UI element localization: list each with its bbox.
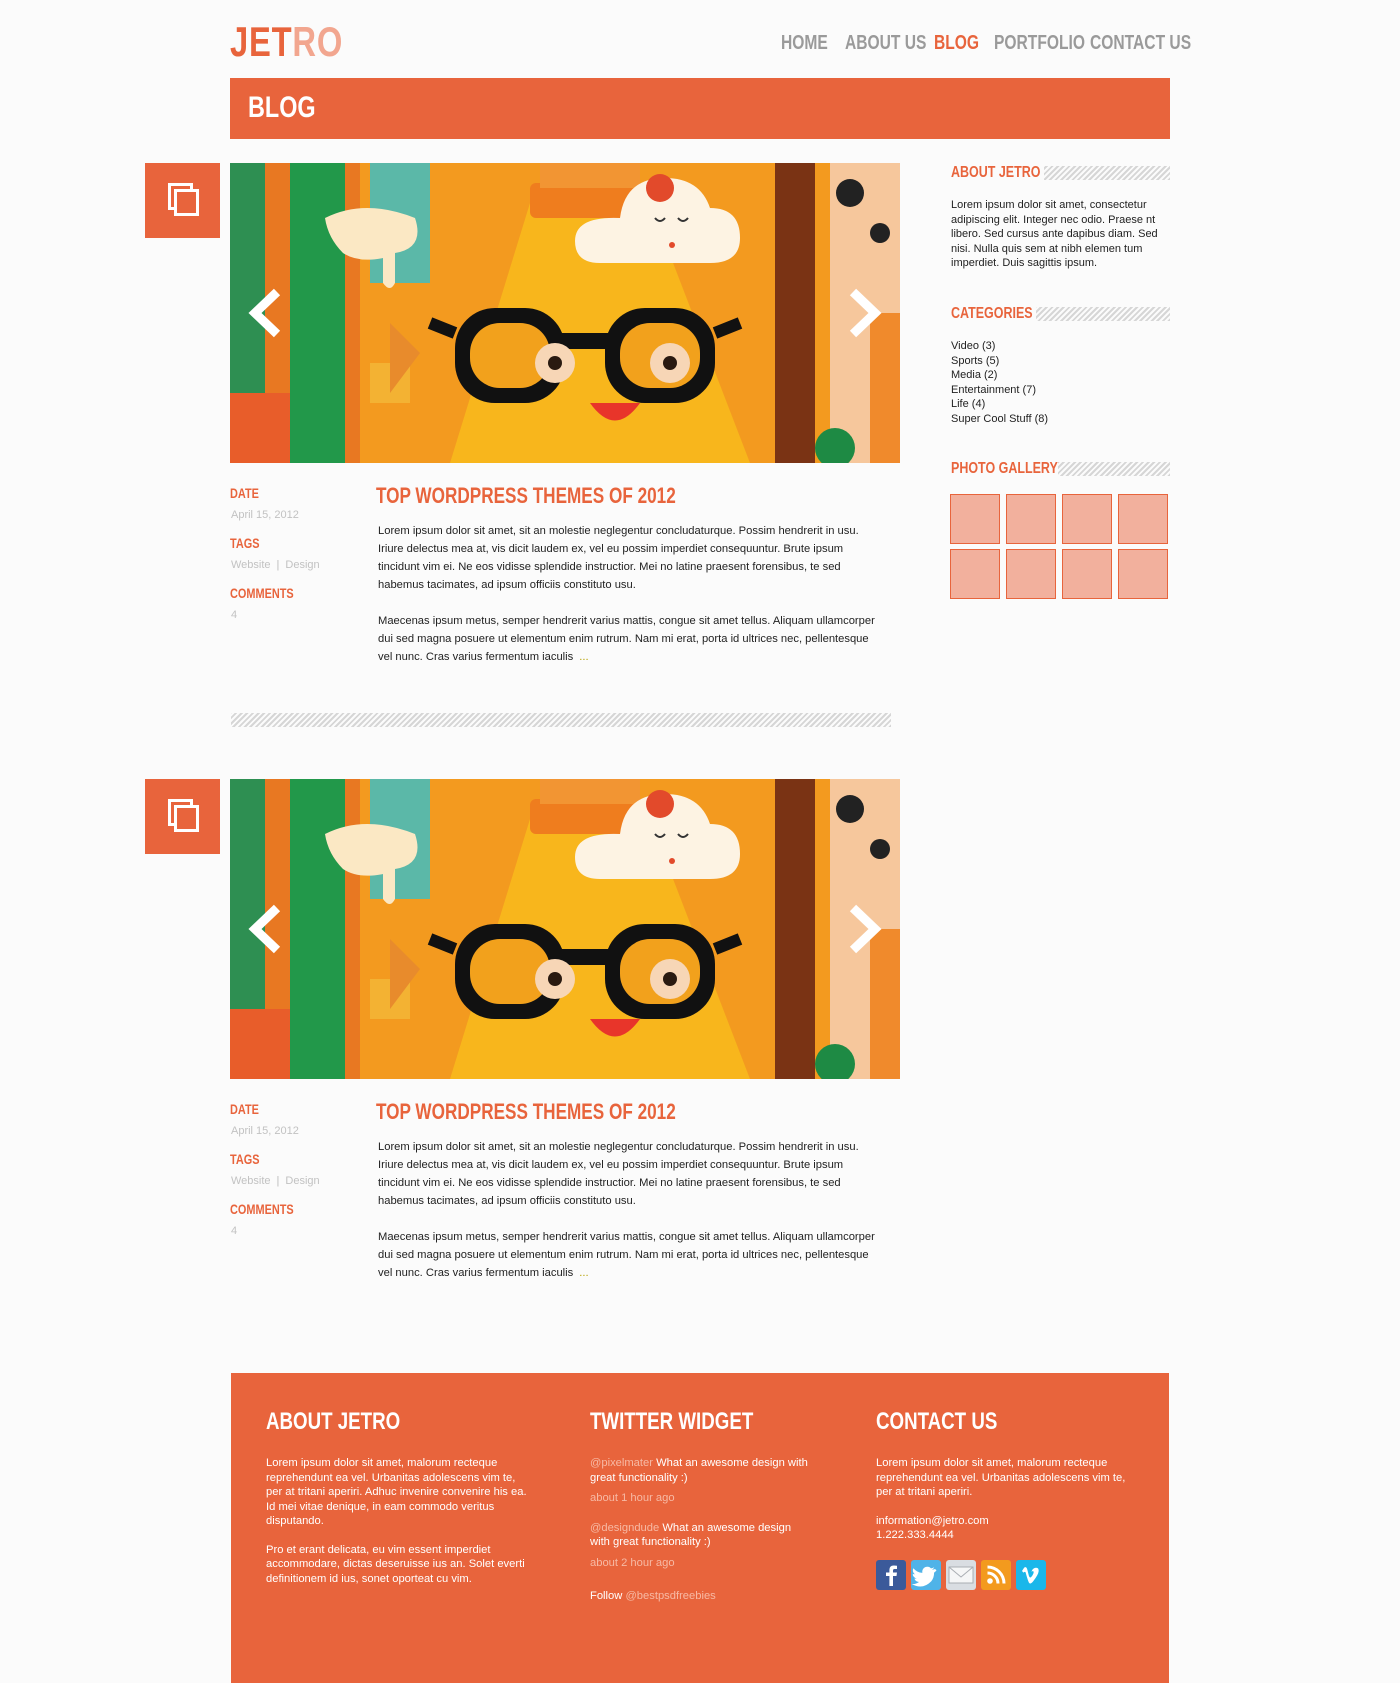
facebook-icon[interactable] (876, 1560, 906, 1590)
footer-twitter-title: TWITTER WIDGET (590, 1408, 754, 1435)
follow-label: Follow (590, 1590, 623, 1602)
tweet-handle[interactable]: @designdude (590, 1522, 659, 1534)
post-paragraph: Lorem ipsum dolor sit amet, sit an moles… (378, 1141, 859, 1207)
sidebar-about-title: ABOUT JETRO (951, 164, 1041, 181)
post-paragraph: Lorem ipsum dolor sit amet, sit an moles… (378, 525, 859, 591)
site-logo[interactable]: JETRO (230, 18, 343, 66)
logo-part1: JET (230, 18, 293, 65)
post-date: April 15, 2012 (231, 509, 299, 521)
footer-about-title: ABOUT JETRO (266, 1408, 401, 1435)
category-item[interactable]: Entertainment (7) (951, 383, 1048, 398)
contact-phone: 1.222.333.4444 (876, 1529, 954, 1541)
slider-prev-arrow[interactable] (245, 904, 285, 954)
gallery-thumb[interactable] (1118, 494, 1168, 544)
tag-link[interactable]: Website (231, 1175, 271, 1187)
footer-contact-title: CONTACT US (876, 1408, 998, 1435)
nav-home[interactable]: HOME (781, 32, 828, 55)
heading-hatch (1058, 462, 1170, 476)
gallery-thumb[interactable] (950, 494, 1000, 544)
chevron-left-icon (248, 288, 281, 338)
post-date: April 15, 2012 (231, 1125, 299, 1137)
twitter-icon[interactable] (911, 1560, 941, 1590)
post-title[interactable]: TOP WORDPRESS THEMES OF 2012 (376, 1099, 676, 1125)
tweet-time: about 2 hour ago (590, 1556, 675, 1569)
chevron-right-icon (849, 904, 882, 954)
sidebar-gallery-title: PHOTO GALLERY (951, 460, 1058, 477)
read-more-link[interactable]: ... (579, 1267, 588, 1279)
rss-icon[interactable] (981, 1560, 1011, 1590)
post-title[interactable]: TOP WORDPRESS THEMES OF 2012 (376, 483, 676, 509)
tweet: @pixelmater What an awesome design with … (590, 1456, 810, 1485)
mail-icon[interactable] (946, 1560, 976, 1590)
date-label: DATE (230, 1101, 259, 1117)
site-footer: ABOUT JETRO Lorem ipsum dolor sit amet, … (231, 1373, 1169, 1683)
nav-about-us[interactable]: ABOUT US (845, 32, 926, 55)
footer-contact-info: Lorem ipsum dolor sit amet, malorum rect… (876, 1456, 1136, 1543)
category-list: Video (3) Sports (5) Media (2) Entertain… (951, 339, 1048, 426)
post-paragraph: Maecenas ipsum metus, semper hendrerit v… (378, 1231, 875, 1279)
nav-contact-us[interactable]: CONTACT US (1090, 32, 1191, 55)
post-illustration (230, 163, 900, 463)
page-title-bar: BLOG (230, 78, 1170, 139)
tag-link[interactable]: Design (285, 1175, 319, 1187)
gallery-thumb[interactable] (1118, 549, 1168, 599)
gallery-thumb[interactable] (1062, 549, 1112, 599)
gallery-thumb[interactable] (1006, 549, 1056, 599)
slider-prev-arrow[interactable] (245, 288, 285, 338)
sidebar-about-text: Lorem ipsum dolor sit amet, consectetur … (951, 199, 1158, 269)
tag-link[interactable]: Website (231, 559, 271, 571)
post-paragraph: Maecenas ipsum metus, semper hendrerit v… (378, 615, 875, 663)
category-item[interactable]: Media (2) (951, 368, 1048, 383)
category-item[interactable]: Video (3) (951, 339, 1048, 354)
heading-hatch (1036, 307, 1170, 321)
gallery-post-icon (145, 779, 220, 854)
post-divider (231, 713, 891, 727)
gallery-post-icon (145, 163, 220, 238)
vimeo-icon[interactable] (1016, 1560, 1046, 1590)
page-title: BLOG (248, 91, 316, 124)
comments-label: COMMENTS (230, 585, 294, 601)
post-image-slider (230, 163, 900, 463)
gallery-thumb[interactable] (1062, 494, 1112, 544)
post-illustration (230, 779, 900, 1079)
chevron-left-icon (248, 904, 281, 954)
category-item[interactable]: Sports (5) (951, 354, 1048, 369)
date-label: DATE (230, 485, 259, 501)
sidebar-categories-title: CATEGORIES (951, 305, 1033, 322)
chevron-right-icon (849, 288, 882, 338)
follow-handle[interactable]: @bestpsdfreebies (625, 1590, 715, 1602)
tweet: @designdude What an awesome design with … (590, 1521, 810, 1550)
read-more-link[interactable]: ... (579, 651, 588, 663)
post-image-slider (230, 779, 900, 1079)
footer-contact-text: Lorem ipsum dolor sit amet, malorum rect… (876, 1457, 1126, 1498)
post-tags: Website | Design (231, 559, 320, 571)
tags-label: TAGS (230, 1151, 260, 1167)
nav-portfolio[interactable]: PORTFOLIO (994, 32, 1085, 55)
tweet-handle[interactable]: @pixelmater (590, 1457, 653, 1469)
gallery-thumb[interactable] (1006, 494, 1056, 544)
tags-label: TAGS (230, 535, 260, 551)
footer-about-paragraph: Pro et erant delicata, eu vim essent imp… (266, 1543, 525, 1585)
slider-next-arrow[interactable] (845, 288, 885, 338)
tag-link[interactable]: Design (285, 559, 319, 571)
footer-about-text: Lorem ipsum dolor sit amet, malorum rect… (266, 1456, 531, 1586)
comments-label: COMMENTS (230, 1201, 294, 1217)
post-excerpt: Lorem ipsum dolor sit amet, sit an moles… (378, 522, 883, 666)
post-excerpt: Lorem ipsum dolor sit amet, sit an moles… (378, 1138, 883, 1282)
slider-next-arrow[interactable] (845, 904, 885, 954)
comment-count[interactable]: 4 (231, 609, 237, 621)
heading-hatch (1044, 166, 1170, 180)
follow-line: Follow @bestpsdfreebies (590, 1589, 810, 1604)
twitter-widget: @pixelmater What an awesome design with … (590, 1456, 810, 1604)
nav-blog[interactable]: BLOG (934, 32, 979, 55)
logo-part2: RO (292, 18, 344, 65)
category-item[interactable]: Life (4) (951, 397, 1048, 412)
gallery-thumb[interactable] (950, 549, 1000, 599)
contact-email[interactable]: information@jetro.com (876, 1514, 1136, 1529)
comment-count[interactable]: 4 (231, 1225, 237, 1237)
footer-about-paragraph: Lorem ipsum dolor sit amet, malorum rect… (266, 1457, 527, 1527)
category-item[interactable]: Super Cool Stuff (8) (951, 412, 1048, 427)
tweet-time: about 1 hour ago (590, 1492, 675, 1504)
post-tags: Website | Design (231, 1175, 320, 1187)
